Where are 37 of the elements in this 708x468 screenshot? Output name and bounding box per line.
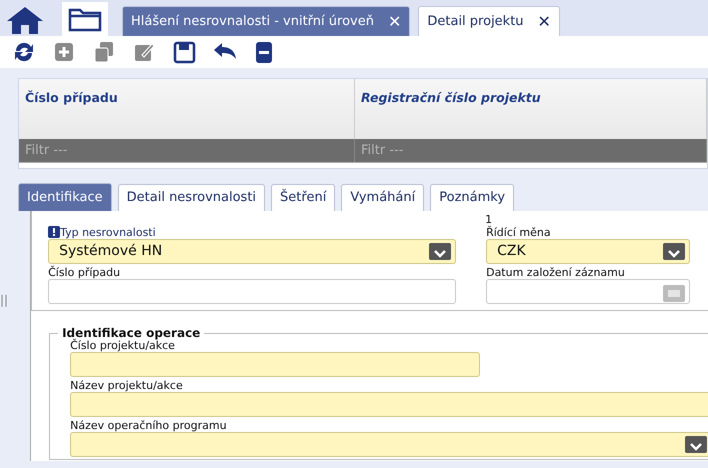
field-label: Číslo projektu/akce <box>70 339 175 352</box>
dropdown-field[interactable] <box>70 432 708 457</box>
close-icon[interactable]: ✕ <box>388 10 402 34</box>
dropdown-field[interactable]: Systémové HN <box>48 239 456 264</box>
input-field[interactable] <box>70 392 708 417</box>
form-tab[interactable]: Šetření <box>271 184 336 211</box>
column-header[interactable]: Registrační číslo projektu <box>355 79 707 139</box>
section-title: Identifikace operace <box>61 327 202 339</box>
caret-icon[interactable] <box>663 243 686 260</box>
info-icon[interactable] <box>48 226 60 238</box>
field-label: Číslo případu <box>48 266 122 279</box>
form-tab[interactable]: Vymáhání <box>341 184 424 211</box>
filter-field[interactable]: Filtr --- <box>19 139 355 162</box>
document-tab[interactable]: Hlášení nesrovnalosti - vnitřní úroveň ✕ <box>122 6 410 36</box>
filter-field[interactable]: Filtr --- <box>355 139 707 162</box>
form-tab[interactable]: Poznámky <box>430 184 514 211</box>
close-icon[interactable]: ✕ <box>538 10 551 34</box>
save-button[interactable] <box>172 40 198 64</box>
dropdown-field[interactable]: CZK <box>486 239 690 264</box>
field-label: Název operačního programu <box>70 419 228 432</box>
field-label: Typ nesrovnalosti <box>48 226 456 239</box>
field-value: Systémové HN <box>59 242 162 261</box>
field-label: Řídící měna <box>486 226 552 239</box>
column-header[interactable]: Číslo případu <box>19 79 355 139</box>
folder-button[interactable] <box>62 2 108 36</box>
field-label: Název projektu/akce <box>70 379 184 392</box>
date-field[interactable] <box>486 279 690 304</box>
document-tab[interactable]: Detail projektu ✕ <box>418 6 560 36</box>
caret-icon[interactable] <box>429 243 452 260</box>
field-value: CZK <box>497 242 526 261</box>
input-field[interactable] <box>48 279 456 304</box>
input-field[interactable] <box>70 352 480 377</box>
form-tab[interactable]: Detail nesrovnalosti <box>118 184 266 211</box>
form-tab[interactable]: Identifikace <box>18 183 112 211</box>
field-label: Datum založení záznamu <box>486 266 626 279</box>
counter-text: 1 <box>485 213 492 226</box>
caret-icon[interactable] <box>685 436 708 453</box>
